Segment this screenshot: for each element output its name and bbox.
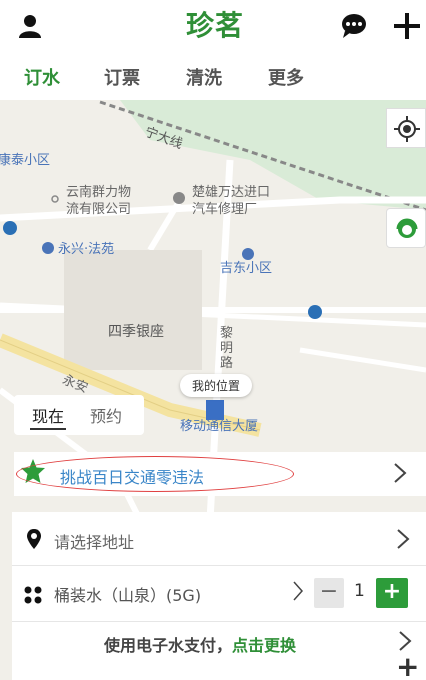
map-label-chuxiong: 楚雄万达进口 汽车修理厂 <box>192 185 271 217</box>
map-label-yongxing: 永兴·法苑 <box>58 242 115 257</box>
banner-highlight-oval <box>16 456 294 492</box>
address-placeholder: 请选择地址 <box>54 533 135 552</box>
user-icon[interactable] <box>16 12 44 40</box>
payment-text: 使用电子水支付，点击更换 <box>104 632 296 656</box>
product-row: 桶装水（山泉）(5G) − 1 + <box>12 568 426 622</box>
tab-tickets[interactable]: 订票 <box>104 64 140 90</box>
change-payment-link[interactable]: 点击更换 <box>232 636 296 655</box>
payment-prefix: 使用电子水支付， <box>104 636 233 655</box>
decrease-quantity-button[interactable]: − <box>314 578 344 608</box>
increase-quantity-button[interactable]: + <box>376 578 408 608</box>
quantity-value: 1 <box>354 581 365 601</box>
mode-now-underline <box>30 428 66 430</box>
order-card: 请选择地址 桶装水（山泉）(5G) − 1 + 使用电子水支付，点击更换 <box>12 512 426 680</box>
plus-icon[interactable] <box>392 11 422 41</box>
mode-switch: 现在 预约 <box>14 395 144 435</box>
chevron-right-icon[interactable] <box>292 580 304 602</box>
my-location-marker[interactable]: 我的位置 <box>180 374 253 397</box>
locate-icon <box>394 116 420 142</box>
mode-now[interactable]: 现在 <box>32 403 64 427</box>
product-name[interactable]: 桶装水（山泉）(5G) <box>54 582 201 606</box>
app-logo: 珍茗 <box>186 4 256 46</box>
category-grid-icon <box>24 586 42 604</box>
tab-order-water[interactable]: 订水 <box>24 64 60 90</box>
map-label-jidong: 吉东小区 <box>220 261 273 276</box>
payment-row[interactable]: 使用电子水支付，点击更换 <box>12 620 426 674</box>
top-bar: 珍茗 <box>0 0 426 54</box>
map-label-siji: 四季银座 <box>108 324 164 340</box>
address-row[interactable]: 请选择地址 <box>12 512 426 566</box>
map-label-kangtai: 康泰小区 <box>0 153 51 168</box>
map-label-liming: 黎 明 路 <box>220 326 234 371</box>
chevron-right-icon <box>397 529 410 549</box>
map-label-mobile: 移动通信大厦 <box>180 419 259 434</box>
locate-button[interactable] <box>386 108 426 148</box>
customer-service-button[interactable] <box>386 208 426 248</box>
headset-icon <box>396 218 418 238</box>
tab-more[interactable]: 更多 <box>268 64 304 90</box>
mode-reserve[interactable]: 预约 <box>90 403 122 427</box>
chevron-right-icon <box>394 463 407 483</box>
chat-icon[interactable] <box>340 11 370 41</box>
zoom-in-button[interactable]: + <box>396 653 419 680</box>
location-pin-icon <box>27 529 41 549</box>
tab-cleaning[interactable]: 清洗 <box>186 64 222 90</box>
chevron-right-icon <box>399 631 412 651</box>
logo-text: 珍茗 <box>186 9 245 42</box>
service-tabs: 订水 订票 清洗 更多 <box>0 54 426 100</box>
map-label-yunnan: 云南群力物 流有限公司 <box>66 185 132 217</box>
